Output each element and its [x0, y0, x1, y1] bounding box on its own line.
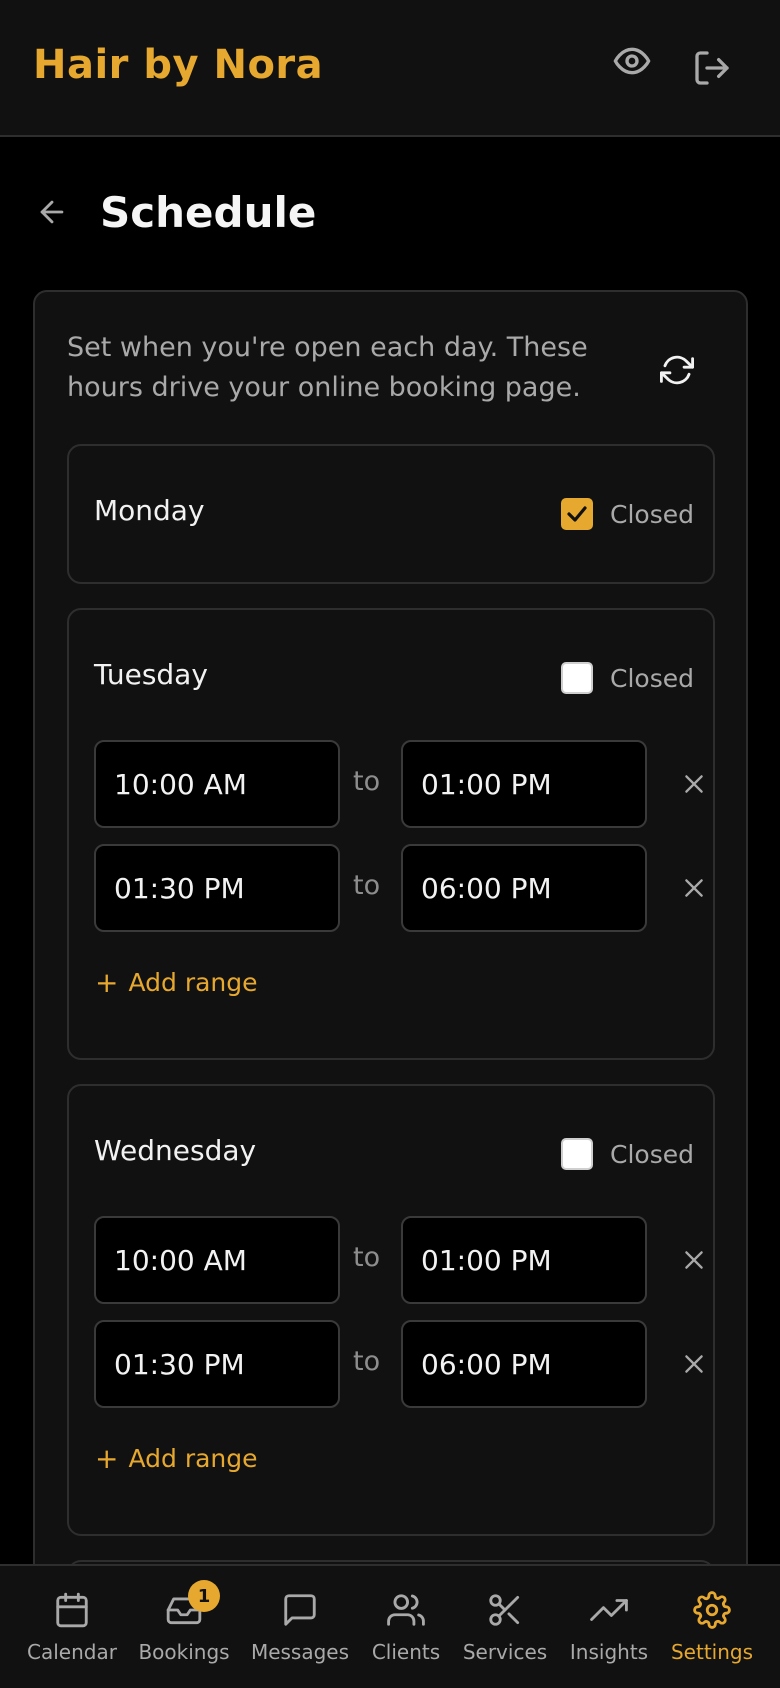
page-header: Schedule [0, 180, 780, 250]
day-name: Monday [94, 494, 205, 527]
bottom-nav: Calendar 1 Bookings Messages Clients Ser… [0, 1564, 780, 1688]
nav-label: Calendar [27, 1640, 117, 1664]
nav-clients[interactable]: Clients [364, 1566, 448, 1688]
add-range-label: Add range [128, 1444, 258, 1473]
schedule-description: Set when you're open each day. These hou… [67, 332, 588, 403]
end-time-input[interactable]: 06:00 PM [401, 844, 647, 932]
nav-calendar[interactable]: Calendar [22, 1566, 122, 1688]
start-time-input[interactable]: 10:00 AM [94, 1216, 340, 1304]
time-range: 10:00 AM to 01:00 PM [94, 1216, 703, 1304]
nav-label: Settings [670, 1640, 754, 1664]
plus-icon: + [95, 966, 119, 999]
nav-settings[interactable]: Settings [666, 1566, 758, 1688]
closed-checkbox[interactable] [561, 1138, 593, 1170]
closed-toggle[interactable]: Closed [561, 498, 694, 530]
close-icon[interactable] [676, 1346, 712, 1382]
logout-icon[interactable] [690, 46, 734, 90]
time-range: 01:30 PM to 06:00 PM [94, 844, 703, 932]
nav-services[interactable]: Services [458, 1566, 552, 1688]
eye-icon[interactable] [610, 39, 654, 83]
nav-label: Messages [250, 1640, 350, 1664]
notification-badge: 1 [188, 1580, 220, 1612]
schedule-card: Set when you're open each day. These hou… [33, 290, 748, 1688]
closed-label: Closed [610, 499, 694, 529]
start-time-input[interactable]: 01:30 PM [94, 844, 340, 932]
day-tuesday: Tuesday Closed 10:00 AM to 01:00 PM 01:3… [67, 608, 715, 1060]
trending-up-icon [589, 1590, 629, 1630]
start-time-input[interactable]: 10:00 AM [94, 740, 340, 828]
end-time-input[interactable]: 01:00 PM [401, 740, 647, 828]
page-title: Schedule [100, 188, 317, 237]
nav-label: Services [462, 1640, 548, 1664]
close-icon[interactable] [676, 870, 712, 906]
start-time-input[interactable]: 01:30 PM [94, 1320, 340, 1408]
nav-insights[interactable]: Insights [564, 1566, 654, 1688]
closed-label: Closed [610, 1139, 694, 1169]
time-range: 01:30 PM to 06:00 PM [94, 1320, 703, 1408]
range-separator: to [353, 766, 381, 797]
add-range-button[interactable]: + Add range [95, 1442, 258, 1475]
close-icon[interactable] [676, 766, 712, 802]
day-name: Tuesday [94, 658, 208, 691]
nav-messages[interactable]: Messages [248, 1566, 352, 1688]
closed-toggle[interactable]: Closed [561, 662, 694, 694]
closed-toggle[interactable]: Closed [561, 1138, 694, 1170]
check-icon [567, 506, 587, 522]
range-separator: to [353, 870, 381, 901]
end-time-input[interactable]: 01:00 PM [401, 1216, 647, 1304]
time-range: 10:00 AM to 01:00 PM [94, 740, 703, 828]
nav-label: Insights [569, 1640, 649, 1664]
end-time-input[interactable]: 06:00 PM [401, 1320, 647, 1408]
nav-label: Bookings [138, 1640, 230, 1664]
closed-checkbox[interactable] [561, 498, 593, 530]
add-range-label: Add range [128, 968, 258, 997]
brand-title: Hair by Nora [33, 42, 324, 88]
nav-bookings[interactable]: 1 Bookings [134, 1566, 234, 1688]
day-wednesday: Wednesday Closed 10:00 AM to 01:00 PM 01… [67, 1084, 715, 1536]
scissors-icon [485, 1590, 525, 1630]
add-range-button[interactable]: + Add range [95, 966, 258, 999]
users-icon [386, 1590, 426, 1630]
range-separator: to [353, 1346, 381, 1377]
refresh-icon[interactable] [655, 348, 699, 392]
closed-checkbox[interactable] [561, 662, 593, 694]
day-monday: Monday Closed [67, 444, 715, 584]
calendar-icon [52, 1590, 92, 1630]
closed-label: Closed [610, 663, 694, 693]
nav-label: Clients [371, 1640, 441, 1664]
range-separator: to [353, 1242, 381, 1273]
gear-icon [692, 1590, 732, 1630]
arrow-left-icon[interactable] [32, 192, 72, 232]
day-name: Wednesday [94, 1134, 257, 1167]
top-bar: Hair by Nora [0, 0, 780, 137]
inbox-icon: 1 [164, 1580, 220, 1630]
close-icon[interactable] [676, 1242, 712, 1278]
plus-icon: + [95, 1442, 119, 1475]
message-icon [280, 1590, 320, 1630]
